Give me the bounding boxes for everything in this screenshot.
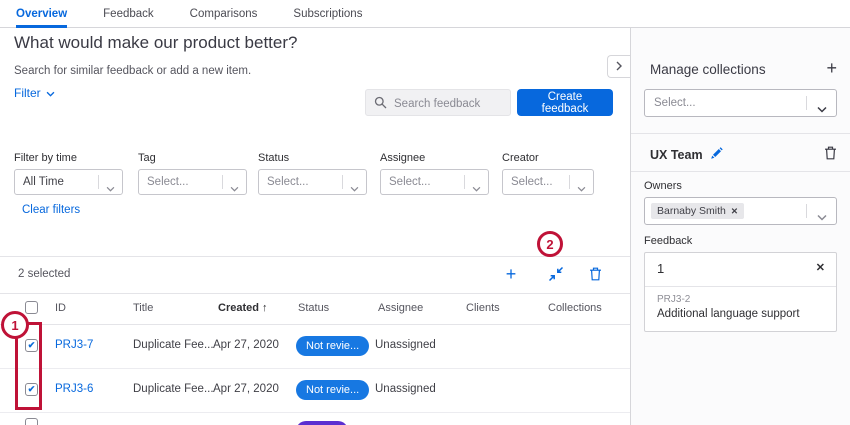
feedback-count: 1 [657,261,664,276]
chevron-down-icon [817,208,827,226]
owner-chip: Barnaby Smith ✕ [651,203,744,219]
feedback-item-title[interactable]: Additional language support [657,308,800,320]
status-badge[interactable]: Not revie... [296,336,369,356]
tab-subscriptions[interactable]: Subscriptions [293,0,362,27]
col-created[interactable]: Created ↑ [218,302,268,314]
filter-select-tag[interactable]: Select... [138,169,247,195]
col-id[interactable]: ID [55,302,66,314]
edit-pencil-icon[interactable] [710,147,723,163]
feedback-app: Overview Feedback Comparisons Subscripti… [0,0,850,425]
chevron-down-icon [106,179,115,197]
chevron-down-icon [46,86,55,100]
filter-select-assignee[interactable]: Select... [380,169,489,195]
tab-bar: Overview Feedback Comparisons Subscripti… [0,0,850,28]
select-all-checkbox[interactable] [25,301,38,314]
add-to-collection-icon[interactable]: + [501,264,521,284]
search-feedback-box [365,89,511,116]
selected-count: 2 selected [18,268,70,280]
feedback-item-id: PRJ3-2 [657,294,690,305]
chevron-down-icon [472,179,481,197]
delete-feedback-icon[interactable] [585,264,605,284]
owners-label: Owners [644,180,682,192]
filter-label-time: Filter by time [14,152,77,164]
page-subtitle: Search for similar feedback or add a new… [14,65,251,77]
clear-filters-link[interactable]: Clear filters [22,204,80,216]
sort-asc-icon: ↑ [262,302,268,314]
tab-feedback[interactable]: Feedback [103,0,154,27]
filter-value-creator: Select... [511,170,553,194]
owners-select[interactable]: Barnaby Smith ✕ [644,197,837,225]
create-feedback-button[interactable]: Create feedback [517,89,613,116]
remove-owner-icon[interactable]: ✕ [731,206,738,217]
chevron-down-icon [817,100,827,118]
sidebar-title: Manage collections [650,62,766,77]
table-header: ID Title Created ↑ Status Assignee Clien… [0,292,630,325]
collection-name: UX Team [650,147,723,163]
filter-label-status: Status [258,152,289,164]
status-badge[interactable] [296,421,348,425]
status-badge[interactable]: Not revie... [296,380,369,400]
divider [631,133,850,134]
feedback-title: Duplicate Fee... [133,339,214,351]
row-checkbox[interactable] [25,418,38,425]
manage-collections-panel: Manage collections + Select... UX Team O… [630,28,850,425]
collapse-panel-button[interactable] [607,55,630,78]
feedback-label: Feedback [644,235,692,247]
filter-label-assignee: Assignee [380,152,425,164]
col-title[interactable]: Title [133,302,153,314]
delete-collection-icon[interactable] [824,146,837,165]
search-input[interactable] [392,90,508,117]
feedback-created: Apr 27, 2020 [213,383,279,395]
filter-value-tag: Select... [147,170,189,194]
table-row: ✔ PRJ3-6 Duplicate Fee... Apr 27, 2020 N… [0,368,630,413]
merge-feedback-icon[interactable] [546,264,566,284]
chevron-down-icon [350,179,359,197]
collection-select-placeholder: Select... [654,90,696,116]
filter-select-creator[interactable]: Select... [502,169,594,195]
feedback-assignee: Unassigned [375,383,436,395]
filter-select-status[interactable]: Select... [258,169,367,195]
table-row-partial [0,412,630,425]
filter-value-time: All Time [23,170,64,194]
feedback-created: Apr 27, 2020 [213,339,279,351]
feedback-id-link[interactable]: PRJ3-6 [55,383,93,395]
feedback-title: Duplicate Fee... [133,383,214,395]
annotation-step-2: 2 [537,231,563,257]
col-collections[interactable]: Collections [548,302,602,314]
filter-value-assignee: Select... [389,170,431,194]
col-assignee[interactable]: Assignee [378,302,423,314]
filter-value-status: Select... [267,170,309,194]
search-icon [374,96,387,114]
feedback-id-link[interactable]: PRJ3-7 [55,339,93,351]
col-status[interactable]: Status [298,302,329,314]
main-panel: What would make our product better? Sear… [0,28,630,425]
annotation-step-1: 1 [1,311,29,339]
divider [645,286,836,287]
filter-toggle[interactable]: Filter [14,86,55,100]
chevron-down-icon [577,179,586,197]
tab-comparisons[interactable]: Comparisons [190,0,258,27]
filter-toggle-label: Filter [14,86,41,100]
table-row: ✔ PRJ3-7 Duplicate Fee... Apr 27, 2020 N… [0,324,630,369]
add-collection-icon[interactable]: + [826,59,837,77]
chevron-right-icon [616,58,622,76]
divider [631,171,850,172]
tab-overview[interactable]: Overview [16,0,67,27]
filter-select-time[interactable]: All Time [14,169,123,195]
collection-select[interactable]: Select... [644,89,837,117]
filter-label-tag: Tag [138,152,156,164]
page-title: What would make our product better? [14,33,297,53]
bulk-action-bar: 2 selected + [0,256,630,294]
filter-label-creator: Creator [502,152,539,164]
chevron-down-icon [230,179,239,197]
feedback-assignee: Unassigned [375,339,436,351]
feedback-collection-box: 1 ✕ PRJ3-2 Additional language support [644,252,837,332]
close-icon[interactable]: ✕ [816,261,825,274]
col-clients[interactable]: Clients [466,302,500,314]
